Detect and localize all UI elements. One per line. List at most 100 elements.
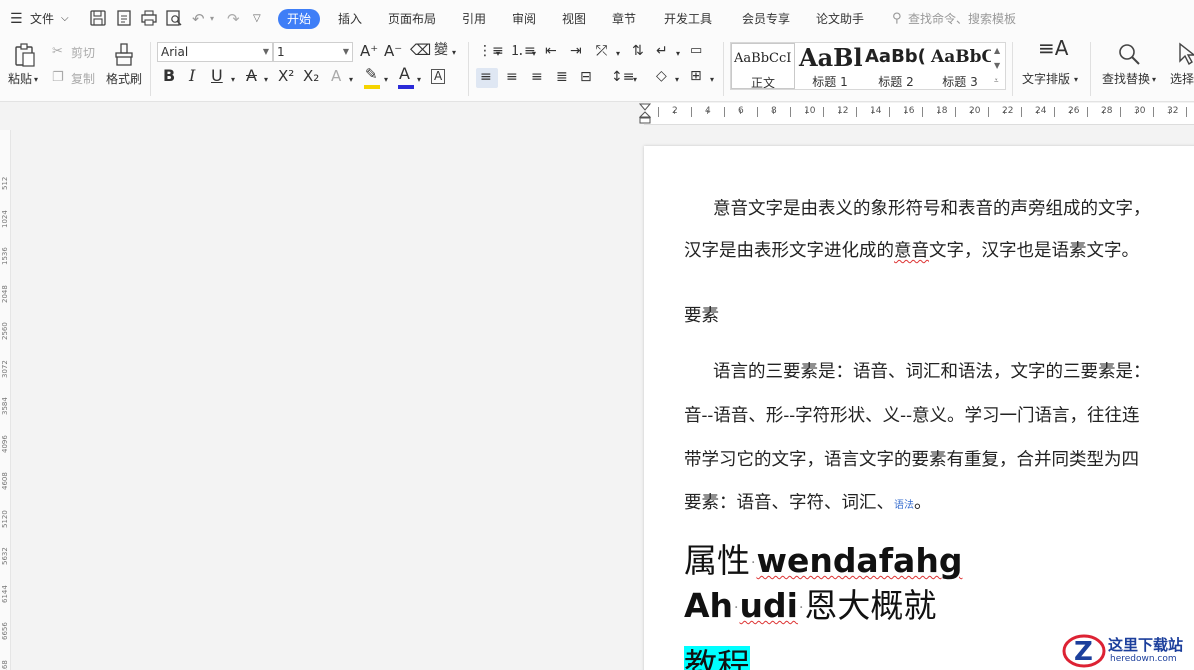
- tab-stops-icon[interactable]: ▭: [690, 44, 702, 58]
- space-mark: ·: [751, 555, 756, 571]
- ruler-label: 26: [1068, 106, 1080, 116]
- chinese-layout-icon[interactable]: ⤱: [596, 44, 607, 58]
- underline-icon[interactable]: U: [211, 68, 223, 84]
- line-spacing-icon[interactable]: ↕≡: [611, 70, 634, 84]
- find-replace-icon[interactable]: [1116, 41, 1142, 67]
- chevron-down-icon[interactable]: ▾: [633, 73, 637, 87]
- chevron-down-icon[interactable]: ▾: [532, 47, 536, 61]
- select-button[interactable]: 选择: [1170, 72, 1194, 86]
- document-page[interactable]: 意音文字是由表义的象形符号和表音的声旁组成的文字， 汉字是由表形文字进化成的意音…: [644, 146, 1194, 670]
- character-border-icon[interactable]: A: [431, 69, 446, 84]
- highlight-icon[interactable]: ✎: [365, 67, 378, 82]
- style-name: 标题 3: [942, 75, 978, 89]
- horizontal-ruler[interactable]: 2 4 6 8 10 12 14 16 18 20 22 24 26 28 30 32: [639, 103, 1194, 125]
- justify-icon[interactable]: ≣: [556, 70, 568, 84]
- ruler-label: 2: [672, 106, 678, 116]
- scroll-down-icon[interactable]: ▼: [994, 59, 1000, 73]
- borders-icon[interactable]: ⊞: [690, 69, 702, 83]
- chevron-down-icon[interactable]: ▾: [496, 47, 500, 61]
- clear-format-icon[interactable]: ⌫: [410, 43, 431, 58]
- chevron-down-icon[interactable]: ▾: [675, 73, 679, 87]
- spelling-error-text: wendafahg: [756, 541, 963, 580]
- tab-review[interactable]: 审阅: [512, 9, 536, 29]
- vertical-ruler[interactable]: 512 1024 1536 2048 2560 3072 3584 4096 4608 5120 5…: [0, 130, 11, 670]
- chevron-down-icon[interactable]: ▾: [1074, 73, 1078, 87]
- paste-icon[interactable]: [12, 42, 38, 68]
- expand-styles-icon[interactable]: ⩡: [994, 74, 999, 88]
- chevron-down-icon[interactable]: ⌵: [61, 9, 69, 29]
- chevron-down-icon[interactable]: ▾: [231, 73, 235, 87]
- chevron-down-icon[interactable]: ▾: [1152, 73, 1156, 87]
- chevron-down-icon[interactable]: ▾: [616, 47, 620, 61]
- chevron-down-icon[interactable]: ▾: [676, 47, 680, 61]
- hamburger-icon[interactable]: ☰: [10, 9, 23, 29]
- cut-button[interactable]: 剪切: [71, 46, 95, 60]
- tab-view[interactable]: 视图: [562, 9, 586, 29]
- italic-icon[interactable]: I: [189, 68, 195, 84]
- save-icon[interactable]: [89, 9, 107, 27]
- tab-paper-assistant[interactable]: 论文助手: [816, 9, 864, 29]
- tab-page-layout[interactable]: 页面布局: [388, 9, 436, 29]
- increase-indent-icon[interactable]: ⇥: [570, 44, 582, 58]
- tab-chapter[interactable]: 章节: [612, 9, 636, 29]
- shading-icon[interactable]: ◇: [656, 69, 667, 83]
- scroll-up-icon[interactable]: ▲: [994, 44, 1000, 58]
- shrink-font-icon[interactable]: A⁻: [384, 44, 402, 59]
- chevron-down-icon[interactable]: ▾: [349, 73, 353, 87]
- svg-text:Z: Z: [1074, 637, 1093, 667]
- show-marks-icon[interactable]: ↵: [656, 44, 668, 58]
- tab-developer[interactable]: 开发工具: [664, 9, 712, 29]
- undo-dropdown-icon[interactable]: ▾: [210, 9, 214, 29]
- text-layout-button[interactable]: 文字排版: [1022, 72, 1070, 86]
- style-heading-3[interactable]: AaBbC 标题 3: [929, 43, 991, 89]
- command-search-input[interactable]: 查找命令、搜索模板: [908, 9, 1016, 29]
- print-preview-icon[interactable]: [165, 9, 183, 27]
- tab-member[interactable]: 会员专享: [742, 9, 790, 29]
- strikethrough-icon[interactable]: A: [246, 68, 257, 84]
- subscript-icon[interactable]: X₂: [303, 69, 319, 84]
- style-heading-1[interactable]: AaBl 标题 1: [797, 43, 863, 89]
- font-size-select[interactable]: 1 ▼: [273, 42, 353, 62]
- export-pdf-icon[interactable]: [115, 9, 133, 27]
- pinyin-guide-icon[interactable]: 變: [434, 43, 448, 57]
- vertical-ruler-label: 6656: [1, 622, 9, 640]
- format-painter-button[interactable]: 格式刷: [106, 72, 142, 86]
- tab-start[interactable]: 开始: [278, 9, 321, 29]
- find-replace-button[interactable]: 查找替换: [1102, 72, 1150, 86]
- print-icon[interactable]: [140, 9, 158, 27]
- vertical-ruler-label: 512: [1, 176, 9, 190]
- indent-marker-icon[interactable]: [639, 103, 651, 125]
- chevron-down-icon[interactable]: ▾: [710, 73, 714, 87]
- text-layout-icon[interactable]: ≡A: [1038, 38, 1068, 58]
- paste-button[interactable]: 粘贴: [8, 72, 32, 86]
- chevron-down-icon[interactable]: ▾: [384, 73, 388, 87]
- font-color-icon[interactable]: A: [399, 66, 410, 82]
- chevron-down-icon[interactable]: ▾: [264, 73, 268, 87]
- chevron-down-icon[interactable]: ▾: [417, 73, 421, 87]
- tab-references[interactable]: 引用: [462, 9, 486, 29]
- align-right-icon[interactable]: ≡: [531, 70, 543, 84]
- style-heading-2[interactable]: AaBb( 标题 2: [863, 43, 929, 89]
- ruler-tick: [1053, 107, 1055, 117]
- sort-icon[interactable]: ⇅: [632, 44, 644, 58]
- decrease-indent-icon[interactable]: ⇤: [545, 44, 557, 58]
- cursor-arrow-icon[interactable]: [1176, 41, 1194, 67]
- file-menu[interactable]: 文件: [30, 9, 54, 29]
- text-effect-icon[interactable]: A: [331, 69, 341, 84]
- chevron-down-icon[interactable]: ▾: [452, 46, 456, 60]
- align-center-icon[interactable]: ≡: [506, 70, 518, 84]
- distributed-icon[interactable]: ⊟: [580, 70, 592, 84]
- style-normal[interactable]: AaBbCcI 正文: [731, 43, 795, 89]
- format-painter-icon[interactable]: [112, 42, 136, 68]
- more-quick-access-icon[interactable]: ▽: [253, 9, 261, 29]
- text-span: 文字，汉字也是语素文字。: [929, 241, 1139, 261]
- copy-button[interactable]: 复制: [71, 72, 95, 86]
- grow-font-icon[interactable]: A⁺: [360, 44, 378, 59]
- superscript-icon[interactable]: X²: [278, 69, 294, 84]
- undo-icon[interactable]: ↶: [192, 9, 205, 29]
- paste-dropdown-icon[interactable]: ▾: [34, 73, 38, 87]
- redo-icon[interactable]: ↷: [227, 9, 240, 29]
- font-name-select[interactable]: Arial ▼: [157, 42, 273, 62]
- tab-insert[interactable]: 插入: [338, 9, 362, 29]
- bold-icon[interactable]: B: [163, 68, 175, 84]
